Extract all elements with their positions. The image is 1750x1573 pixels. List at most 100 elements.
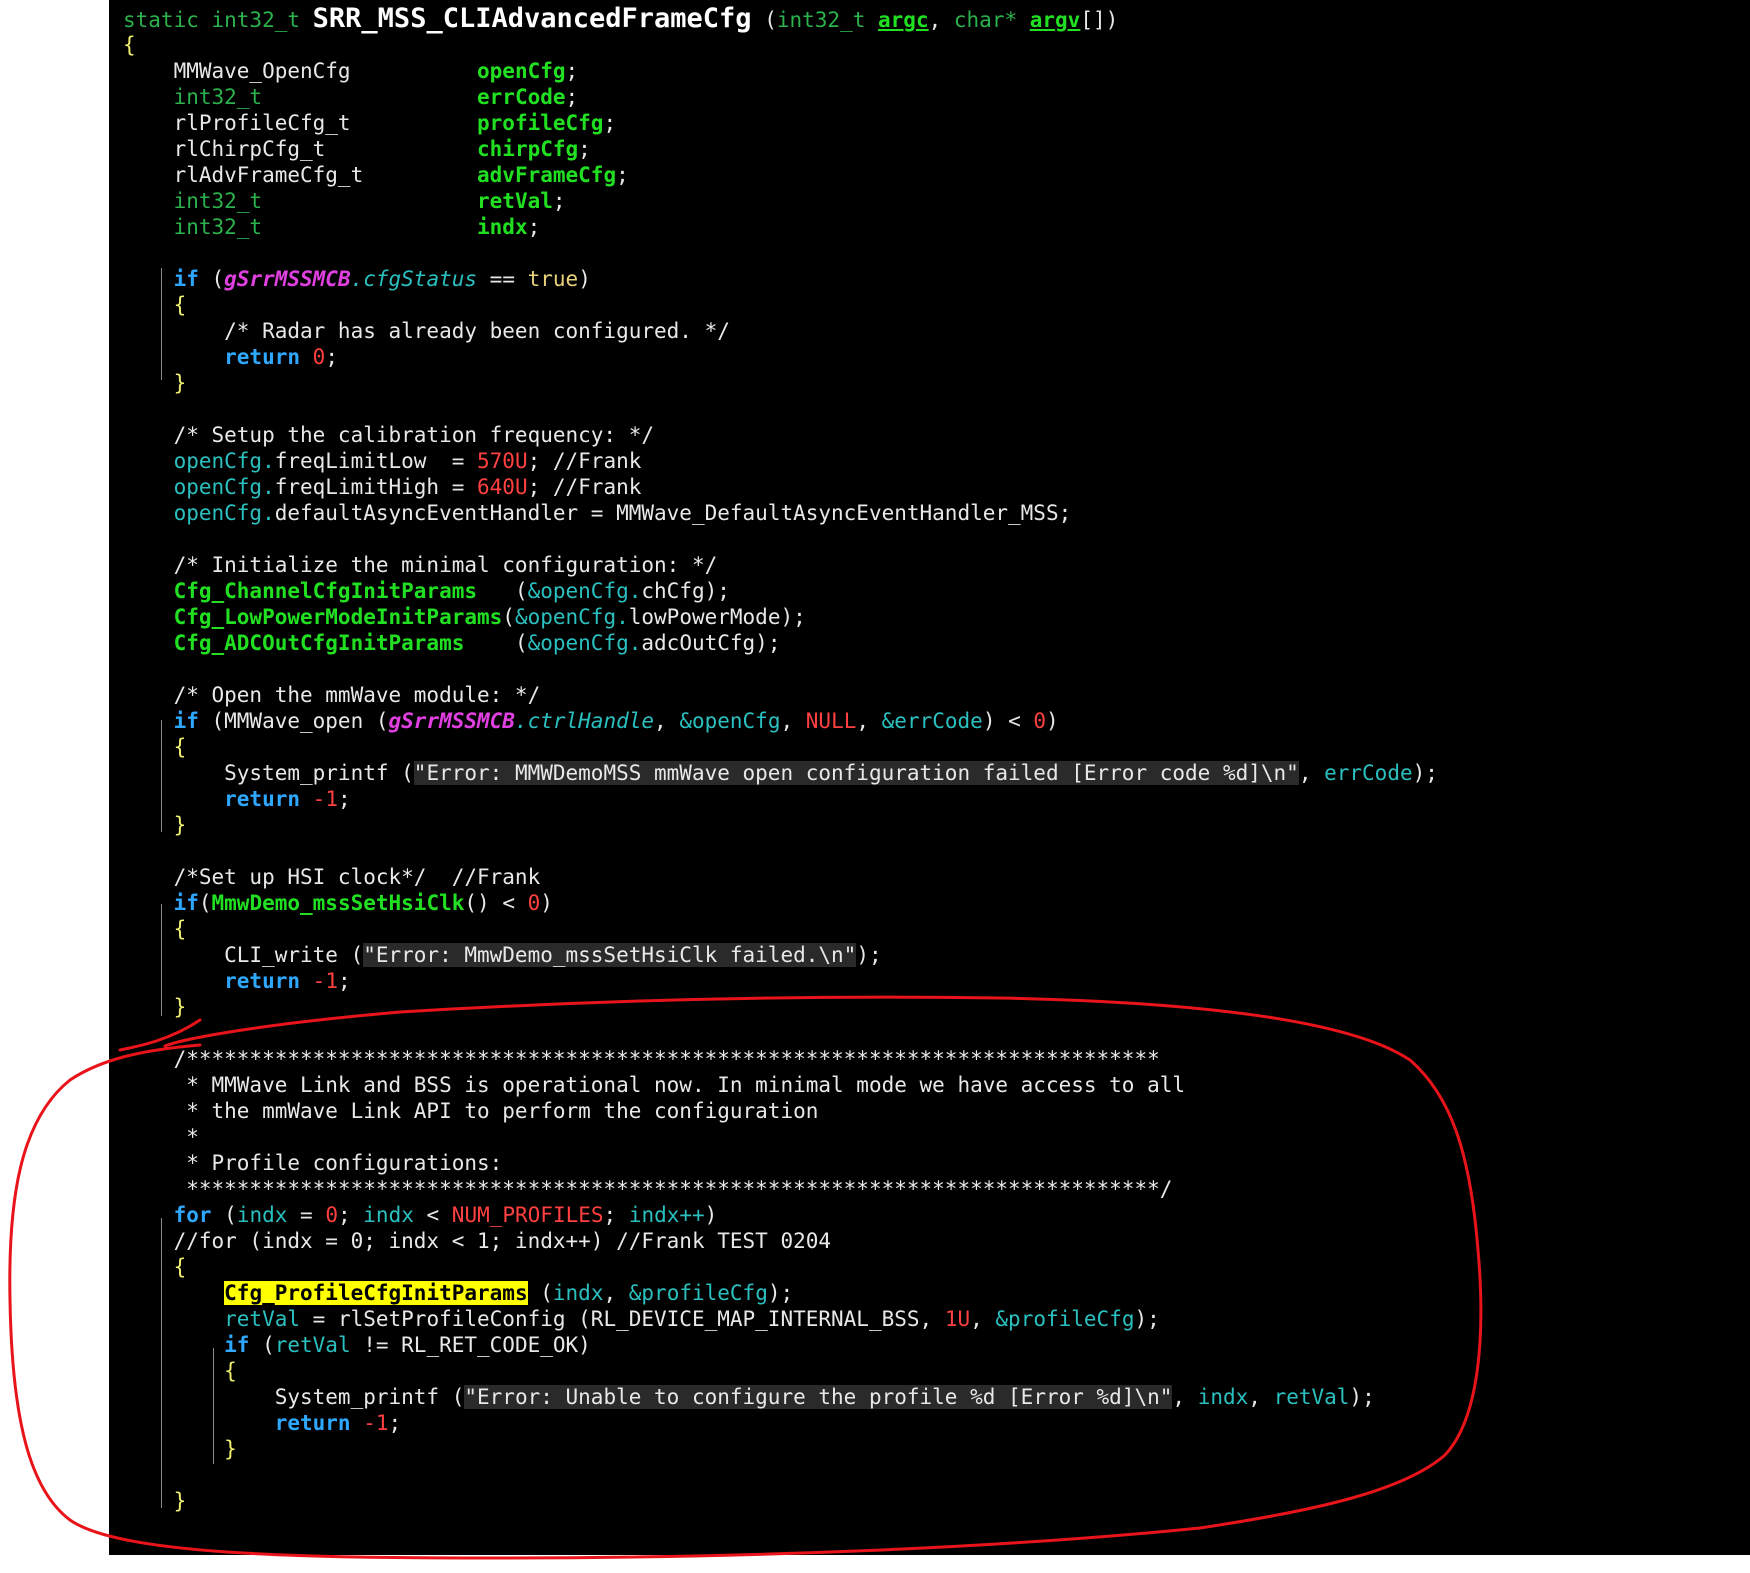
code-line[interactable]: static int32_t SRR_MSS_CLIAdvancedFrameC… [123, 5, 1438, 32]
code-line[interactable] [123, 526, 1438, 552]
code-token: ; [527, 215, 541, 239]
code-line[interactable]: int32_t errCode; [123, 84, 1438, 110]
code-line[interactable]: openCfg.defaultAsyncEventHandler = MMWav… [123, 500, 1438, 526]
code-line[interactable]: if (gSrrMSSMCB.cfgStatus == true) [123, 266, 1438, 292]
code-token: /* Open the mmWave module: */ [123, 683, 541, 707]
code-line[interactable] [123, 240, 1438, 266]
code-token: ( [249, 1333, 275, 1357]
code-token: ; [565, 59, 579, 83]
code-line[interactable]: Cfg_ProfileCfgInitParams (indx, &profile… [123, 1280, 1438, 1306]
code-token: ( [464, 631, 528, 655]
code-token: { [123, 33, 136, 57]
code-text[interactable]: static int32_t SRR_MSS_CLIAdvancedFrameC… [123, 5, 1438, 1514]
code-token: } [123, 1437, 237, 1461]
code-token: 0 [312, 345, 326, 369]
code-line[interactable]: { [123, 734, 1438, 760]
code-line[interactable]: rlProfileCfg_t profileCfg; [123, 110, 1438, 136]
code-line[interactable]: { [123, 32, 1438, 58]
code-line[interactable]: Cfg_ADCOutCfgInitParams (&openCfg.adcOut… [123, 630, 1438, 656]
code-line[interactable]: MMWave_OpenCfg openCfg; [123, 58, 1438, 84]
code-line[interactable] [123, 1462, 1438, 1488]
code-line[interactable]: return -1; [123, 1410, 1438, 1436]
code-line[interactable]: System_printf ("Error: MMWDemoMSS mmWave… [123, 760, 1438, 786]
code-token: int32_t [123, 189, 478, 213]
code-token: &profileCfg [995, 1307, 1135, 1331]
code-line[interactable] [123, 1020, 1438, 1046]
code-line[interactable]: if (MMWave_open (gSrrMSSMCB.ctrlHandle, … [123, 708, 1438, 734]
code-token: /* Initialize the minimal configuration:… [123, 553, 718, 577]
code-token: , [856, 709, 882, 733]
code-editor[interactable]: static int32_t SRR_MSS_CLIAdvancedFrameC… [109, 0, 1750, 1555]
code-line[interactable]: return -1; [123, 786, 1438, 812]
code-token: indx [236, 1203, 288, 1227]
code-line[interactable]: * [123, 1124, 1438, 1150]
code-token: System_printf ( [123, 761, 414, 785]
code-token: , [1248, 1385, 1274, 1409]
code-token: * Profile configurations: [123, 1151, 503, 1175]
code-token: Cfg_ChannelCfgInitParams [123, 579, 478, 603]
code-line[interactable]: { [123, 1254, 1438, 1280]
code-token: Cfg_ADCOutCfgInitParams [123, 631, 465, 655]
code-token: Cfg_ProfileCfgInitParams [224, 1281, 528, 1305]
code-token: () < [464, 891, 528, 915]
code-token: errCode [477, 85, 566, 109]
code-line[interactable]: return 0; [123, 344, 1438, 370]
code-line[interactable]: rlAdvFrameCfg_t advFrameCfg; [123, 162, 1438, 188]
code-token: gSrrMSSMCB [224, 267, 351, 291]
code-line[interactable]: openCfg.freqLimitLow = 570U; //Frank [123, 448, 1438, 474]
code-line[interactable]: } [123, 1488, 1438, 1514]
code-token: ); [1412, 761, 1438, 785]
code-line[interactable]: openCfg.freqLimitHigh = 640U; //Frank [123, 474, 1438, 500]
code-line[interactable]: rlChirpCfg_t chirpCfg; [123, 136, 1438, 162]
code-token: ; [388, 1411, 402, 1435]
code-line[interactable]: CLI_write ("Error: MmwDemo_mssSetHsiClk … [123, 942, 1438, 968]
code-line[interactable]: * the mmWave Link API to perform the con… [123, 1098, 1438, 1124]
code-line[interactable]: ****************************************… [123, 1176, 1438, 1202]
code-line[interactable] [123, 656, 1438, 682]
code-line[interactable]: for (indx = 0; indx < NUM_PROFILES; indx… [123, 1202, 1438, 1228]
code-line[interactable]: * MMWave Link and BSS is operational now… [123, 1072, 1438, 1098]
code-line[interactable]: } [123, 1436, 1438, 1462]
code-line[interactable]: System_printf ("Error: Unable to configu… [123, 1384, 1438, 1410]
code-token: argc [878, 8, 929, 32]
code-token: 570U [477, 449, 528, 473]
code-line[interactable] [123, 396, 1438, 422]
code-token: ; [325, 345, 338, 369]
code-token: .ctrlHandle [514, 709, 655, 733]
code-line[interactable]: } [123, 994, 1438, 1020]
code-line[interactable]: Cfg_LowPowerModeInitParams(&openCfg.lowP… [123, 604, 1438, 630]
code-line[interactable]: { [123, 292, 1438, 318]
code-token: , [970, 1307, 996, 1331]
code-token: indx [1197, 1385, 1249, 1409]
code-line[interactable]: * Profile configurations: [123, 1150, 1438, 1176]
code-line[interactable]: { [123, 916, 1438, 942]
code-line[interactable]: } [123, 812, 1438, 838]
code-line[interactable]: if (retVal != RL_RET_CODE_OK) [123, 1332, 1438, 1358]
code-token: openCfg. [123, 475, 275, 499]
code-token: rlAdvFrameCfg_t [123, 163, 478, 187]
code-token: &openCfg. [527, 631, 642, 655]
code-line[interactable]: /* Setup the calibration frequency: */ [123, 422, 1438, 448]
code-line[interactable]: return -1; [123, 968, 1438, 994]
code-line[interactable]: /* Initialize the minimal configuration:… [123, 552, 1438, 578]
code-line[interactable]: /* Open the mmWave module: */ [123, 682, 1438, 708]
code-token: int32_t [123, 215, 478, 239]
code-line[interactable]: } [123, 370, 1438, 396]
code-line[interactable]: int32_t indx; [123, 214, 1438, 240]
code-line[interactable]: Cfg_ChannelCfgInitParams (&openCfg.chCfg… [123, 578, 1438, 604]
code-token: ) [578, 267, 591, 291]
code-line[interactable]: retVal = rlSetProfileConfig (RL_DEVICE_M… [123, 1306, 1438, 1332]
code-token: * the mmWave Link API to perform the con… [123, 1099, 819, 1123]
code-line[interactable]: { [123, 1358, 1438, 1384]
code-line[interactable]: //for (indx = 0; indx < 1; indx++) //Fra… [123, 1228, 1438, 1254]
code-line[interactable]: int32_t retVal; [123, 188, 1438, 214]
code-token: &openCfg. [514, 605, 629, 629]
code-line[interactable] [123, 838, 1438, 864]
code-line[interactable]: /***************************************… [123, 1046, 1438, 1072]
code-line[interactable]: /* Radar has already been configured. */ [123, 318, 1438, 344]
code-line[interactable]: if(MmwDemo_mssSetHsiClk() < 0) [123, 890, 1438, 916]
code-line[interactable]: /*Set up HSI clock*/ //Frank [123, 864, 1438, 890]
code-token: ) < [982, 709, 1034, 733]
code-token: profileCfg [477, 111, 604, 135]
code-token: , [1172, 1385, 1198, 1409]
